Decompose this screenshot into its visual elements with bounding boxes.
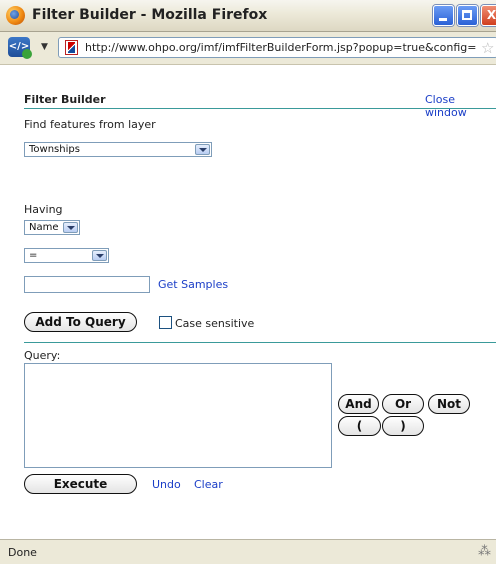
close-icon: X xyxy=(486,8,496,22)
maximize-icon xyxy=(462,10,472,20)
query-divider xyxy=(24,342,496,343)
query-label: Query: xyxy=(24,349,61,362)
case-sensitive-checkbox[interactable] xyxy=(159,316,172,329)
chevron-down-icon xyxy=(92,250,107,261)
or-button[interactable]: Or xyxy=(382,394,424,414)
chevron-down-icon xyxy=(195,144,210,155)
having-label: Having xyxy=(24,203,63,216)
url-text[interactable]: http://www.ohpo.org/imf/imfFilterBuilder… xyxy=(85,41,477,54)
bookmark-star-icon[interactable]: ☆ xyxy=(481,39,494,57)
operator-select-value: = xyxy=(29,250,38,261)
close-window-button[interactable]: X xyxy=(481,5,496,26)
clear-link[interactable]: Clear xyxy=(194,478,223,491)
case-sensitive-label: Case sensitive xyxy=(175,317,255,330)
page-title: Filter Builder xyxy=(24,93,106,106)
field-select-value: Name xyxy=(29,222,59,233)
status-text: Done xyxy=(8,546,37,559)
dropdown-arrow-icon[interactable]: ▼ xyxy=(41,42,48,52)
window-title: Filter Builder - Mozilla Firefox xyxy=(32,7,268,23)
minimize-icon xyxy=(439,18,447,21)
ohio-flag-favicon-icon xyxy=(65,40,78,55)
open-paren-button[interactable]: ( xyxy=(338,416,381,436)
and-button[interactable]: And xyxy=(338,394,379,414)
header-divider xyxy=(24,108,496,109)
field-select[interactable]: Name xyxy=(24,220,80,235)
layer-select[interactable]: Townships xyxy=(24,142,212,157)
url-bar[interactable]: http://www.ohpo.org/imf/imfFilterBuilder… xyxy=(58,37,496,58)
firefox-icon xyxy=(6,6,25,25)
layer-select-value: Townships xyxy=(29,144,80,155)
close-window-link[interactable]: Close window xyxy=(425,93,496,119)
query-textarea[interactable] xyxy=(24,363,332,468)
value-input[interactable] xyxy=(24,276,150,293)
status-bar: Done ⁂ xyxy=(0,539,496,564)
undo-link[interactable]: Undo xyxy=(152,478,181,491)
maximize-button[interactable] xyxy=(457,5,478,26)
site-identity-badge-icon xyxy=(22,49,32,59)
get-samples-link[interactable]: Get Samples xyxy=(158,278,228,291)
minimize-button[interactable] xyxy=(433,5,454,26)
execute-button[interactable]: Execute xyxy=(24,474,137,494)
add-to-query-button[interactable]: Add To Query xyxy=(24,312,137,332)
operator-select[interactable]: = xyxy=(24,248,109,263)
close-paren-button[interactable]: ) xyxy=(382,416,424,436)
resize-grip-icon[interactable]: ⁂ xyxy=(478,544,491,559)
page-content: Filter Builder Close window Find feature… xyxy=(0,65,496,539)
find-features-label: Find features from layer xyxy=(24,118,156,131)
title-bar: Filter Builder - Mozilla Firefox X xyxy=(0,0,496,32)
navigation-bar: </> ▼ http://www.ohpo.org/imf/imfFilterB… xyxy=(0,32,496,65)
chevron-down-icon xyxy=(63,222,78,233)
not-button[interactable]: Not xyxy=(428,394,470,414)
